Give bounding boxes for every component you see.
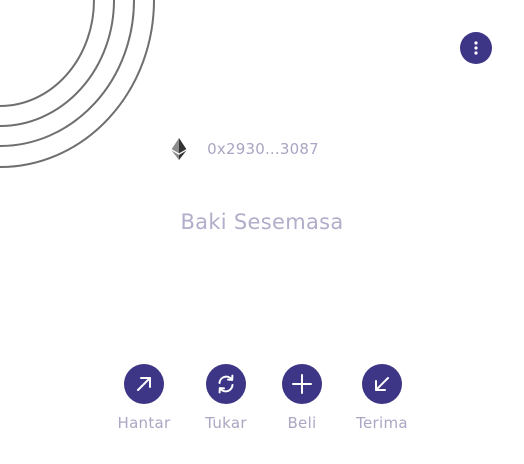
buy-icon-circle[interactable] [282, 364, 322, 404]
plus-icon [292, 374, 312, 394]
wallet-overview-screen: 0x2930...3087 Baki Sesemasa Hantar Tukar [0, 0, 524, 464]
buy-button[interactable]: Beli [257, 364, 347, 432]
balance-label: Baki Sesemasa [180, 210, 344, 234]
send-icon-circle[interactable] [124, 364, 164, 404]
wallet-address[interactable]: 0x2930...3087 [207, 140, 319, 158]
wallet-address-row[interactable]: 0x2930...3087 [0, 138, 524, 160]
arrow-up-right-icon [137, 377, 151, 391]
receive-button[interactable]: Terima [337, 364, 427, 432]
receive-icon-circle[interactable] [362, 364, 402, 404]
send-button[interactable]: Hantar [99, 364, 189, 432]
swap-label: Tukar [205, 414, 247, 432]
more-vertical-icon [474, 41, 478, 55]
receive-label: Terima [356, 414, 408, 432]
arrow-down-left-icon [375, 377, 389, 391]
swap-icon [218, 374, 234, 394]
buy-label: Beli [287, 414, 317, 432]
more-options-button[interactable] [460, 32, 492, 64]
ethereum-icon [171, 138, 187, 160]
send-label: Hantar [117, 414, 171, 432]
swap-icon-circle[interactable] [206, 364, 246, 404]
